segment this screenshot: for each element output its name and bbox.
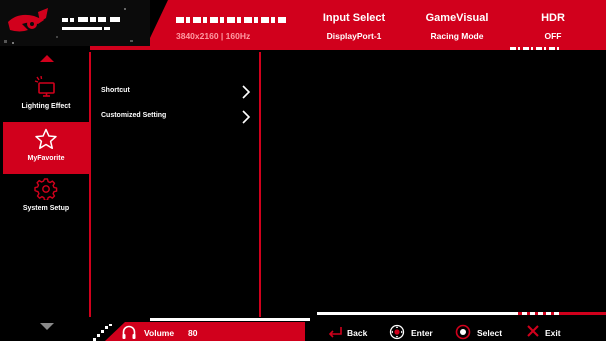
- star-icon: [35, 128, 57, 150]
- sidebar-item-lighting-effect[interactable]: Lighting Effect: [3, 70, 89, 122]
- nav-back-button[interactable]: Back: [327, 322, 377, 341]
- submenu-divider: [259, 52, 261, 317]
- chevron-right-icon: [242, 110, 251, 124]
- status-input-select: Input Select DisplayPort-1: [318, 0, 390, 46]
- back-arrow-icon: [328, 327, 342, 338]
- status-label: HDR: [541, 12, 565, 24]
- menu-item-label: Shortcut: [101, 87, 130, 94]
- nav-exit-button[interactable]: Exit: [526, 322, 570, 341]
- footer-edge-line: [150, 318, 310, 321]
- chevron-right-icon: [242, 85, 251, 99]
- scroll-up-icon[interactable]: [40, 55, 54, 62]
- nav-label: Select: [477, 328, 503, 338]
- sidebar-divider: [89, 52, 91, 317]
- sidebar-item-label: Lighting Effect: [21, 103, 71, 110]
- header-bar: 3840x2160 | 160Hz Input Select DisplayPo…: [0, 0, 606, 52]
- volume-label: Volume: [144, 328, 175, 338]
- nav-select-button[interactable]: Select: [455, 322, 511, 341]
- volume-value: 80: [188, 328, 198, 338]
- status-gamevisual: GameVisual Racing Mode: [418, 0, 496, 46]
- model-info: 3840x2160 | 160Hz: [160, 0, 290, 46]
- monitor-light-icon: [34, 76, 55, 97]
- status-hdr: HDR OFF: [530, 0, 576, 46]
- footer-divider-dots: [522, 312, 562, 315]
- status-value: DisplayPort-1: [326, 31, 382, 41]
- menu-item-shortcut[interactable]: Shortcut: [101, 84, 257, 100]
- sidebar-item-myfavorite[interactable]: MyFavorite: [3, 122, 89, 174]
- header-decor-dots: [510, 47, 560, 50]
- status-label: Input Select: [322, 12, 386, 24]
- menu-item-label: Customized Setting: [101, 112, 167, 119]
- sidebar-item-system-setup[interactable]: System Setup: [3, 172, 89, 224]
- menu-item-customized-setting[interactable]: Customized Setting: [101, 109, 257, 125]
- nav-label: Enter: [411, 328, 433, 338]
- resolution-readout: 3840x2160 | 160Hz: [176, 31, 251, 41]
- select-icon: [455, 324, 471, 340]
- sidebar-item-label: MyFavorite: [27, 155, 65, 162]
- model-name-bar: [176, 17, 286, 23]
- headphones-icon: [122, 325, 136, 339]
- nav-enter-button[interactable]: Enter: [389, 322, 441, 341]
- status-label: GameVisual: [425, 12, 489, 24]
- status-value: OFF: [544, 31, 562, 41]
- brand-logo-area: [0, 0, 150, 52]
- gear-icon: [34, 178, 58, 200]
- close-icon: [527, 325, 539, 337]
- joystick-icon: [389, 324, 405, 340]
- nav-label: Back: [347, 328, 368, 338]
- scroll-down-icon[interactable]: [40, 323, 54, 330]
- nav-label: Exit: [545, 328, 561, 338]
- rog-logo-icon: [0, 0, 150, 46]
- sidebar-item-label: System Setup: [22, 205, 70, 212]
- status-value: Racing Mode: [430, 31, 484, 41]
